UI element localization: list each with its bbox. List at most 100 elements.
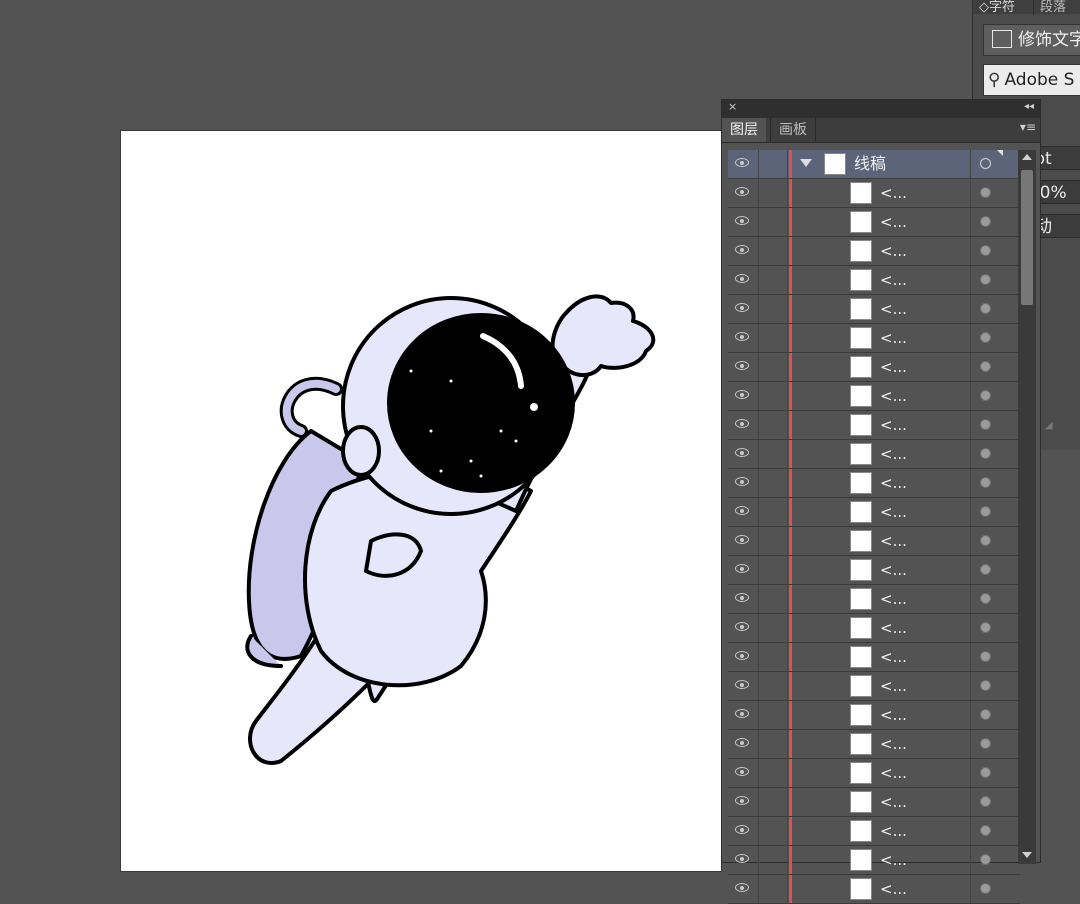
lock-toggle[interactable] — [759, 788, 788, 816]
lock-toggle[interactable] — [759, 237, 788, 265]
sublayer-name[interactable]: <... — [880, 759, 907, 787]
lock-toggle[interactable] — [759, 295, 788, 323]
sublayer-row[interactable]: <... — [728, 324, 1020, 353]
tab-layers[interactable]: 图层 — [722, 118, 766, 142]
lock-toggle[interactable] — [759, 672, 788, 700]
target-toggle[interactable] — [970, 440, 1021, 468]
lock-toggle[interactable] — [759, 469, 788, 497]
sublayer-name[interactable]: <... — [880, 788, 907, 816]
visibility-toggle[interactable] — [728, 179, 759, 207]
target-toggle[interactable] — [970, 266, 1021, 294]
layer-name[interactable]: 线稿 — [854, 150, 886, 178]
target-toggle[interactable] — [970, 353, 1021, 381]
resize-grip-icon[interactable]: ◢ — [1045, 420, 1059, 434]
target-toggle[interactable] — [970, 527, 1021, 555]
visibility-toggle[interactable] — [728, 324, 759, 352]
target-toggle[interactable] — [970, 556, 1021, 584]
lock-toggle[interactable] — [759, 179, 788, 207]
visibility-toggle[interactable] — [728, 295, 759, 323]
sublayer-name[interactable]: <... — [880, 527, 907, 555]
sublayer-row[interactable]: <... — [728, 266, 1020, 295]
lock-toggle[interactable] — [759, 527, 788, 555]
visibility-toggle[interactable] — [728, 875, 759, 903]
visibility-toggle[interactable] — [728, 701, 759, 729]
sublayer-row[interactable]: <... — [728, 440, 1020, 469]
target-toggle[interactable] — [970, 817, 1021, 845]
visibility-toggle[interactable] — [728, 556, 759, 584]
sublayer-row[interactable]: <... — [728, 614, 1020, 643]
sublayer-row[interactable]: <... — [728, 672, 1020, 701]
lock-toggle[interactable] — [759, 411, 788, 439]
sublayer-row[interactable]: <... — [728, 817, 1020, 846]
sublayer-row[interactable]: <... — [728, 701, 1020, 730]
sublayer-name[interactable]: <... — [880, 672, 907, 700]
sublayer-name[interactable]: <... — [880, 324, 907, 352]
lock-toggle[interactable] — [759, 266, 788, 294]
sublayer-row[interactable]: <... — [728, 846, 1020, 875]
sublayer-row[interactable]: <... — [728, 382, 1020, 411]
lock-toggle[interactable] — [759, 382, 788, 410]
lock-toggle[interactable] — [759, 614, 788, 642]
target-toggle[interactable] — [970, 237, 1021, 265]
sublayer-name[interactable]: <... — [880, 237, 907, 265]
sublayer-row[interactable]: <... — [728, 295, 1020, 324]
visibility-toggle[interactable] — [728, 266, 759, 294]
panel-menu-icon[interactable]: ▾≡ — [1020, 120, 1036, 134]
visibility-toggle[interactable] — [728, 353, 759, 381]
lock-toggle[interactable] — [759, 150, 788, 178]
sublayer-row[interactable]: <... — [728, 208, 1020, 237]
visibility-toggle[interactable] — [728, 440, 759, 468]
sublayer-row[interactable]: <... — [728, 469, 1020, 498]
visibility-toggle[interactable] — [728, 498, 759, 526]
visibility-toggle[interactable] — [728, 788, 759, 816]
target-toggle[interactable] — [970, 179, 1021, 207]
sublayer-name[interactable]: <... — [880, 179, 907, 207]
sublayer-name[interactable]: <... — [880, 208, 907, 236]
layers-scrollbar[interactable] — [1018, 150, 1036, 864]
sublayer-name[interactable]: <... — [880, 411, 907, 439]
target-toggle[interactable] — [970, 208, 1021, 236]
lock-toggle[interactable] — [759, 875, 788, 903]
target-toggle[interactable] — [970, 382, 1021, 410]
sublayer-name[interactable]: <... — [880, 643, 907, 671]
visibility-toggle[interactable] — [728, 382, 759, 410]
visibility-toggle[interactable] — [728, 759, 759, 787]
sublayer-row[interactable]: <... — [728, 498, 1020, 527]
target-toggle[interactable] — [970, 672, 1021, 700]
sublayer-row[interactable]: <... — [728, 353, 1020, 382]
target-toggle[interactable] — [970, 846, 1021, 874]
visibility-toggle[interactable] — [728, 643, 759, 671]
scroll-down-icon[interactable] — [1022, 852, 1032, 858]
lock-toggle[interactable] — [759, 846, 788, 874]
sublayer-row[interactable]: <... — [728, 788, 1020, 817]
target-toggle[interactable] — [970, 469, 1021, 497]
target-toggle[interactable] — [970, 411, 1021, 439]
target-toggle[interactable] — [970, 150, 1021, 178]
sublayer-row[interactable]: <... — [728, 875, 1020, 904]
visibility-toggle[interactable] — [728, 817, 759, 845]
target-toggle[interactable] — [970, 875, 1021, 903]
lock-toggle[interactable] — [759, 353, 788, 381]
lock-toggle[interactable] — [759, 730, 788, 758]
lock-toggle[interactable] — [759, 498, 788, 526]
sublayer-row[interactable]: <... — [728, 585, 1020, 614]
lock-toggle[interactable] — [759, 817, 788, 845]
layer-row[interactable]: 线稿 — [728, 150, 1020, 179]
lock-toggle[interactable] — [759, 701, 788, 729]
visibility-toggle[interactable] — [728, 469, 759, 497]
sublayer-row[interactable]: <... — [728, 237, 1020, 266]
tab-paragraph[interactable]: 段落 — [1033, 0, 1072, 15]
target-toggle[interactable] — [970, 643, 1021, 671]
target-toggle[interactable] — [970, 295, 1021, 323]
sublayer-name[interactable]: <... — [880, 266, 907, 294]
sublayer-row[interactable]: <... — [728, 556, 1020, 585]
layers-panel-titlebar[interactable]: × ◂◂ — [722, 100, 1040, 118]
target-toggle[interactable] — [970, 585, 1021, 613]
visibility-toggle[interactable] — [728, 672, 759, 700]
lock-toggle[interactable] — [759, 324, 788, 352]
visibility-toggle[interactable] — [728, 411, 759, 439]
collapse-icon[interactable]: ◂◂ — [1024, 101, 1034, 112]
lock-toggle[interactable] — [759, 585, 788, 613]
sublayer-name[interactable]: <... — [880, 585, 907, 613]
visibility-toggle[interactable] — [728, 846, 759, 874]
